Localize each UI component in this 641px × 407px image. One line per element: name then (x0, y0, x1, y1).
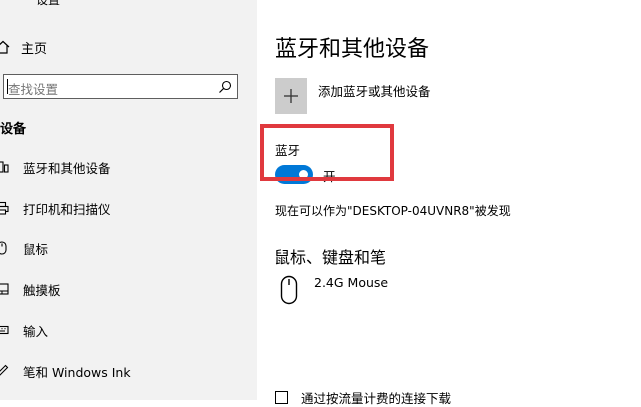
sidebar-home[interactable]: 主页 (0, 37, 47, 57)
add-device-button[interactable] (275, 78, 307, 114)
page-title: 蓝牙和其他设备 (275, 37, 430, 62)
main-content: 蓝牙和其他设备 添加蓝牙或其他设备 蓝牙 开 现在可以作为"DESKTOP-04… (257, 0, 641, 406)
text-cursor (7, 79, 8, 94)
window-title: 设置 (36, 0, 61, 7)
pen-icon (0, 364, 9, 376)
device-2-4g-mouse[interactable]: 2.4G Mouse (314, 275, 388, 290)
sidebar-item-touchpad[interactable]: 触摸板 (0, 279, 61, 299)
search-icon[interactable] (218, 80, 232, 94)
sidebar-item-label: 蓝牙和其他设备 (23, 160, 111, 176)
bluetooth-devices-icon (0, 161, 9, 173)
discoverable-status: 现在可以作为"DESKTOP-04UVNR8"被发现 (275, 204, 511, 218)
sidebar-item-label: 笔和 Windows Ink (23, 364, 131, 380)
section-heading-devices: 设备 (0, 122, 27, 137)
sidebar-item-bluetooth[interactable]: 蓝牙和其他设备 (0, 157, 111, 177)
sidebar-item-printers[interactable]: 打印机和扫描仪 (0, 198, 111, 218)
sidebar-item-label: 输入 (23, 323, 49, 339)
section-heading-mouse-keyboard-pen: 鼠标、键盘和笔 (274, 248, 387, 267)
sidebar-item-pen[interactable]: 笔和 Windows Ink (0, 361, 131, 381)
metered-checkbox[interactable] (275, 390, 288, 404)
sidebar-item-label: 触摸板 (23, 282, 61, 298)
search-input[interactable]: 查找设置 (3, 74, 238, 99)
touchpad-icon (0, 283, 9, 295)
metered-download-option[interactable]: 通过按流量计费的连接下载 (275, 390, 452, 406)
keyboard-icon (0, 325, 9, 335)
home-icon (0, 40, 10, 54)
sidebar-home-label: 主页 (21, 41, 48, 57)
mouse-icon (0, 241, 7, 255)
sidebar-item-typing[interactable]: 输入 (0, 320, 48, 340)
search-placeholder: 查找设置 (8, 82, 59, 97)
printer-icon (0, 201, 9, 215)
sidebar-item-label: 鼠标 (23, 241, 49, 257)
metered-checkbox-label: 通过按流量计费的连接下载 (301, 390, 452, 406)
sidebar-item-label: 打印机和扫描仪 (23, 201, 111, 217)
sidebar: 设置 主页 查找设置 设备 蓝牙和其他设备 打印机和扫描仪 鼠标 触摸板 输入 … (0, 0, 257, 400)
sidebar-item-mouse[interactable]: 鼠标 (0, 238, 48, 258)
add-device-label[interactable]: 添加蓝牙或其他设备 (318, 81, 431, 100)
mouse-icon (280, 275, 298, 305)
plus-icon (284, 89, 298, 103)
highlight-annotation-box (260, 124, 394, 181)
